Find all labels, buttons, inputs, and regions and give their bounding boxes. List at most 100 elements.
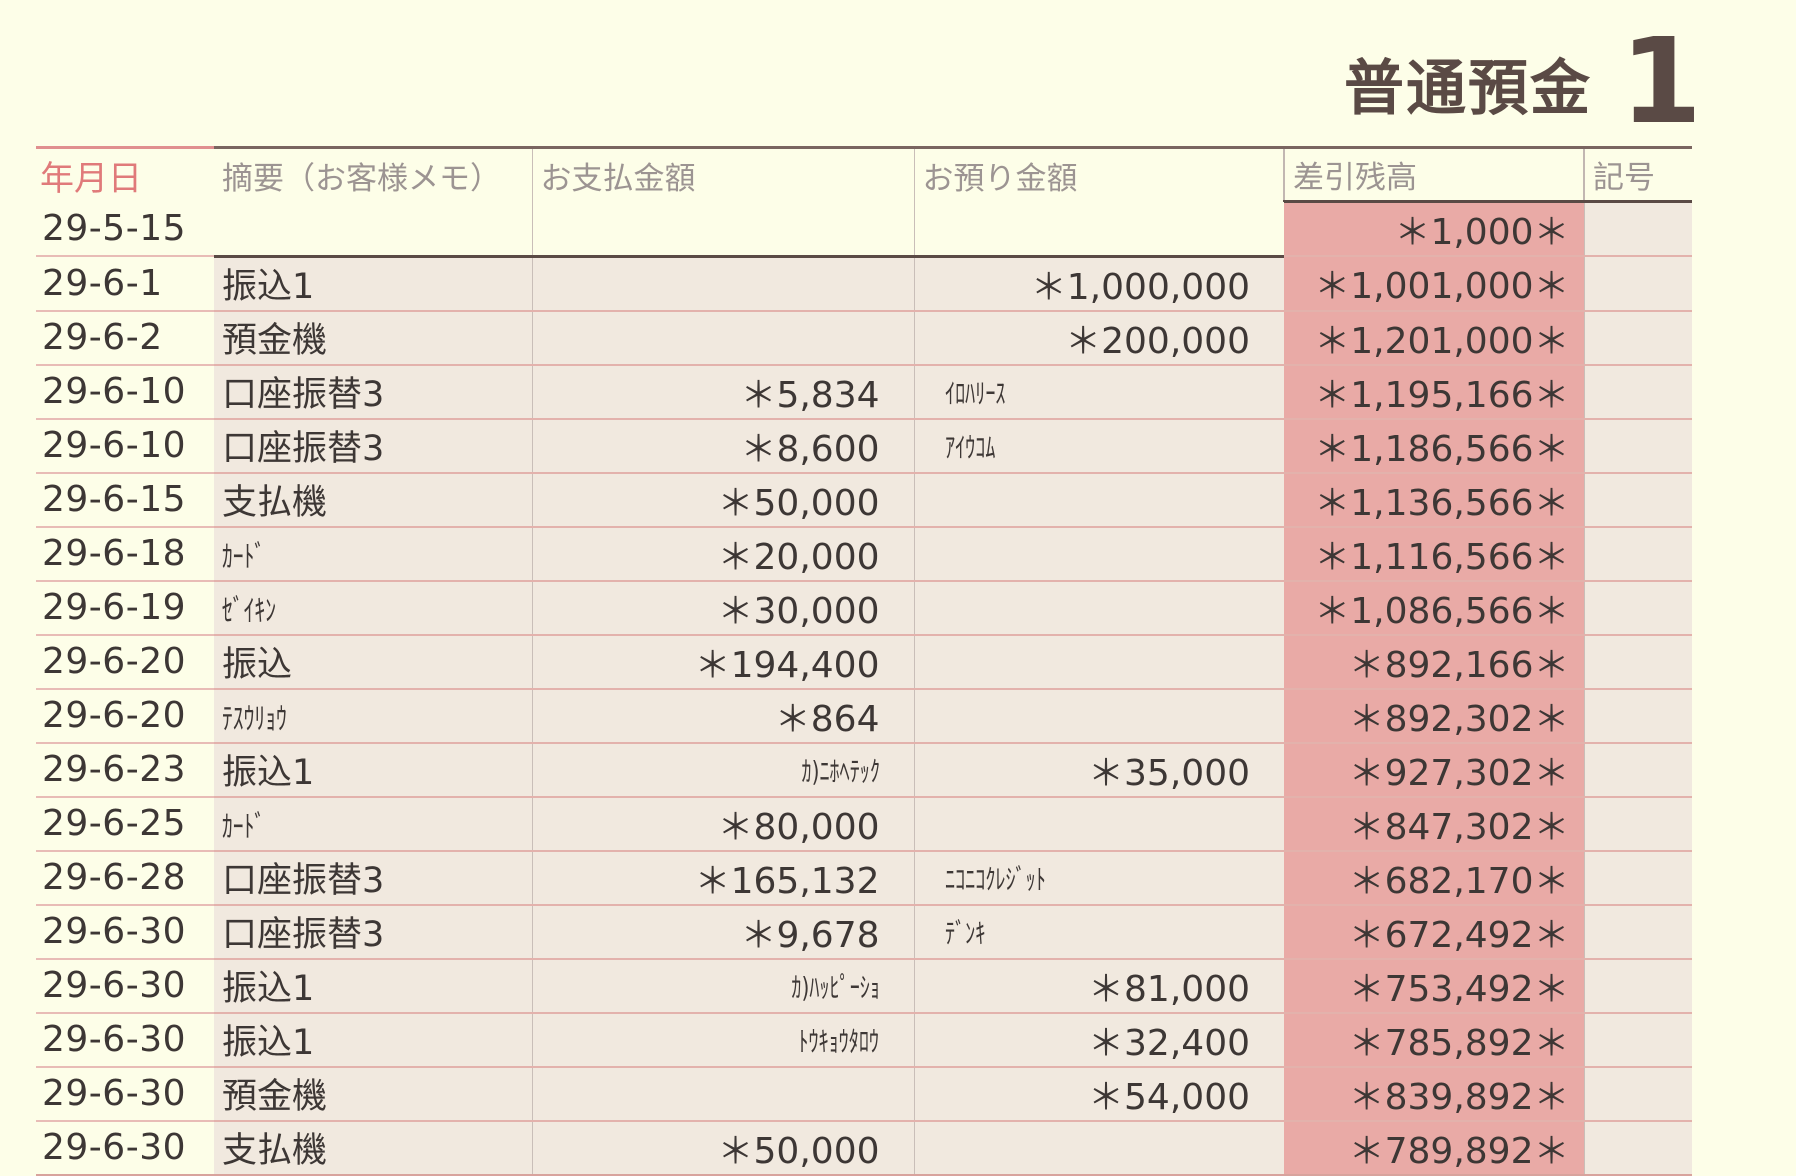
row-memo-cell: ﾃｽｳﾘｮｳ <box>214 688 532 744</box>
row-date: 29-6-15 <box>36 472 214 528</box>
row-mark <box>1583 1120 1692 1176</box>
row-memo-cell: 振込 <box>214 634 532 690</box>
row-payment-amount: ＊30,000 <box>717 590 880 632</box>
table-row: 29-6-2 預金機 ＊200,000 ＊1,201,000＊ <box>36 310 1692 366</box>
row-payment-cell: ＊20,000 <box>531 526 914 582</box>
row-deposit-cell <box>913 472 1284 528</box>
row-mark <box>1583 904 1692 960</box>
row-payment-amount: ＊50,000 <box>717 482 880 524</box>
row-deposit-cell <box>913 796 1284 852</box>
row-payment-counterparty: ｶ)ﾊｯﾋﾟｰｼｮ <box>790 970 880 1004</box>
row-memo: 振込1 <box>222 1023 315 1063</box>
row-date: 29-6-20 <box>36 634 214 690</box>
row-memo-cell: 口座振替3 <box>214 904 532 960</box>
row-payment-cell: ＊165,132 <box>531 850 914 906</box>
row-mark <box>1583 256 1692 312</box>
row-mark <box>1583 688 1692 744</box>
row-deposit-cell: ﾆｺﾆｺｸﾚｼﾞｯﾄ <box>913 850 1284 906</box>
row-date: 29-6-28 <box>36 850 214 906</box>
row-payment-amount: ＊5,834 <box>740 374 880 416</box>
row-memo: 振込1 <box>222 969 315 1009</box>
row-memo: 預金機 <box>222 1077 328 1117</box>
row-balance: ＊1,116,566＊ <box>1284 526 1584 582</box>
table-row: 29-6-30 預金機 ＊54,000 ＊839,892＊ <box>36 1066 1692 1122</box>
row-balance: ＊785,892＊ <box>1284 1012 1584 1068</box>
row-mark <box>1583 958 1692 1014</box>
row-date: 29-6-30 <box>36 1120 214 1176</box>
row-balance: ＊1,000＊ <box>1284 200 1584 257</box>
row-balance: ＊839,892＊ <box>1284 1066 1584 1122</box>
row-memo-cell: 口座振替3 <box>214 418 532 474</box>
row-date: 29-6-23 <box>36 742 214 798</box>
row-memo-cell: 支払機 <box>214 472 532 528</box>
row-memo: 口座振替3 <box>222 375 385 415</box>
row-balance: ＊1,186,566＊ <box>1284 418 1584 474</box>
row-balance: ＊1,086,566＊ <box>1284 580 1584 636</box>
row-balance: ＊672,492＊ <box>1284 904 1584 960</box>
row-deposit-amount: ＊35,000 <box>1088 752 1250 794</box>
row-mark <box>1583 634 1692 690</box>
passbook-title-block: 普通預金 1 <box>1300 12 1702 150</box>
page-number: 1 <box>1620 12 1703 150</box>
row-balance: ＊1,201,000＊ <box>1284 310 1584 366</box>
row-deposit-cell: ＊1,000,000 <box>913 256 1284 312</box>
row-date: 29-6-30 <box>36 904 214 960</box>
row-payment-amount: ＊20,000 <box>717 536 880 578</box>
row-deposit-cell: ＊200,000 <box>913 310 1284 366</box>
row-deposit-cell: ＊54,000 <box>913 1066 1284 1122</box>
balance-header: 差引残高 <box>1283 146 1584 202</box>
row-deposit-cell: ＊32,400 <box>913 1012 1284 1068</box>
row-memo: ｶｰﾄﾞ <box>222 809 266 845</box>
mark-header: 記号 <box>1583 146 1692 202</box>
passbook-ledger-table: 年月日 摘要（お客様メモ） お支払金額 お預り金額 差引残高 記号 29-5-1… <box>36 146 1692 1176</box>
row-mark <box>1583 472 1692 528</box>
row-payment-amount: ＊8,600 <box>740 428 880 470</box>
row-memo-cell: 口座振替3 <box>214 364 532 420</box>
row-payment-amount: ＊165,132 <box>694 860 880 902</box>
row-payment-cell: ＊50,000 <box>531 1120 914 1176</box>
row-deposit-cell <box>913 688 1284 744</box>
row-mark <box>1583 526 1692 582</box>
row-date: 29-6-19 <box>36 580 214 636</box>
row-payment-cell: ＊9,678 <box>531 904 914 960</box>
ledger-body: 29-5-15 ＊1,000＊ 29-6-1 振込1 ＊1,000,000 ＊1,001,… <box>36 200 1692 1176</box>
row-payment-cell: ＊194,400 <box>531 634 914 690</box>
row-deposit-amount: ＊81,000 <box>1088 968 1250 1010</box>
table-row: 29-6-30 振込1 ｶ)ﾊｯﾋﾟｰｼｮ ＊81,000 ＊753,492＊ <box>36 958 1692 1014</box>
row-memo: 口座振替3 <box>222 429 385 469</box>
row-mark <box>1583 364 1692 420</box>
row-payment-cell: ＊80,000 <box>531 796 914 852</box>
row-date: 29-5-15 <box>36 201 214 257</box>
row-payment-cell <box>531 201 914 258</box>
row-deposit-counterparty: ｲﾛﾊﾘｰｽ <box>944 376 1005 410</box>
row-payment-cell: ﾄｳｷｮｳﾀﾛｳ <box>531 1012 914 1068</box>
row-balance: ＊892,302＊ <box>1284 688 1584 744</box>
row-memo-cell: 振込1 <box>214 958 532 1014</box>
row-balance: ＊753,492＊ <box>1284 958 1584 1014</box>
row-payment-amount: ＊864 <box>774 698 880 740</box>
row-deposit-cell <box>913 201 1284 258</box>
table-row: 29-6-30 支払機 ＊50,000 ＊789,892＊ <box>36 1120 1692 1176</box>
row-date: 29-6-10 <box>36 418 214 474</box>
account-type-title: 普通預金 <box>1344 54 1592 124</box>
row-payment-cell: ＊5,834 <box>531 364 914 420</box>
row-date: 29-6-1 <box>36 256 214 312</box>
row-balance: ＊847,302＊ <box>1284 796 1584 852</box>
row-date: 29-6-18 <box>36 526 214 582</box>
row-payment-cell: ＊8,600 <box>531 418 914 474</box>
row-memo-cell: 預金機 <box>214 310 532 366</box>
row-memo: 預金機 <box>222 321 328 361</box>
memo-header: 摘要（お客様メモ） <box>214 146 532 202</box>
row-mark <box>1583 580 1692 636</box>
row-payment-cell: ｶ)ﾊｯﾋﾟｰｼｮ <box>531 958 914 1014</box>
row-date: 29-6-20 <box>36 688 214 744</box>
table-row: 29-5-15 ＊1,000＊ <box>36 200 1692 258</box>
row-deposit-cell: ＊81,000 <box>913 958 1284 1014</box>
row-payment-cell <box>531 310 914 366</box>
row-payment-cell: ＊864 <box>531 688 914 744</box>
table-row: 29-6-15 支払機 ＊50,000 ＊1,136,566＊ <box>36 472 1692 528</box>
row-deposit-amount: ＊32,400 <box>1088 1022 1250 1064</box>
table-row: 29-6-20 振込 ＊194,400 ＊892,166＊ <box>36 634 1692 690</box>
row-deposit-counterparty: ﾆｺﾆｺｸﾚｼﾞｯﾄ <box>944 862 1046 896</box>
table-row: 29-6-10 口座振替3 ＊8,600 ｱｲｳｺﾑ ＊1,186,566＊ <box>36 418 1692 474</box>
